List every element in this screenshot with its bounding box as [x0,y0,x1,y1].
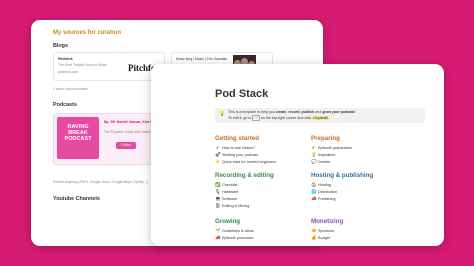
handshake-icon: 🤝 [311,228,317,233]
house-icon: 🏠 [311,182,317,187]
section-heading-getting-started: Getting started [215,135,260,142]
megaphone-icon: 📣 [215,235,221,240]
link-how-to-use-notion[interactable]: ✔ How to use Notion? [215,145,256,151]
intro-callout: 💡 This is a template to help you create,… [215,108,425,123]
embed-hint[interactable]: Embed anything (PDFs, Google Docs, Googl… [53,180,148,184]
mic-icon: 🎙 [215,189,221,194]
megaphone-icon: 📣 [311,196,317,201]
link-software[interactable]: 💻 Software [215,196,237,202]
podcast-cover-text: RAVING BREAK PODCAST [64,124,92,142]
add-bookmark-link[interactable]: + add a new bookmark [53,87,87,91]
check-icon: ✔ [215,145,220,150]
link-distribution[interactable]: 🌐 Distribution [311,189,337,195]
bookmark-title: Pitchfork [58,57,73,61]
callout-line-1: This is a template to help you create, r… [228,110,356,114]
pod-stack-page-window: Pod Stack 💡 This is a template to help y… [151,64,444,246]
link-starting-your-podcast[interactable]: 🚀 Starting your podcast [215,152,258,158]
link-sponsors[interactable]: 🤝 Sponsors [311,228,334,234]
ellipsis-icon: ··· [252,115,260,121]
curation-title: My sources for curation [53,30,122,36]
section-heading-growing: Growing [215,218,241,225]
bookmark-title: Music blog | Music | The Guardian [176,57,228,61]
callout-line-2: To edit it, go to ··· on the top-right c… [228,115,331,121]
link-editing-mixing[interactable]: 🎚 Editing & Mixing [215,203,249,209]
link-budget[interactable]: 💰 Budget [311,235,330,241]
laptop-icon: 💻 [215,196,221,201]
bookmark-pitchfork[interactable]: Pitchfork The Most Trusted Voice in Musi… [53,52,165,81]
link-hosting[interactable]: 🏠 Hosting [311,182,331,188]
section-heading-recording-editing: Recording & editing [215,172,274,179]
follow-button[interactable]: Follow [116,142,136,149]
bookmark-desc: The Most Trusted Voice in Music [58,63,107,67]
bolt-icon: ⚡ [215,159,221,164]
rocket-icon: 🚀 [215,152,221,157]
plant-icon: 🌱 [215,228,221,233]
page-title: Pod Stack [215,88,269,100]
sliders-icon: 🎚 [215,203,221,208]
link-episode-preparation[interactable]: ✔ Episode preparation [311,145,352,151]
section-heading-hosting-publishing: Hosting & publishing [311,172,374,179]
youtube-heading: Youtube Channels [53,196,100,202]
money-bag-icon: 💰 [311,235,317,240]
link-inspiration[interactable]: 💡 Inspiration [311,152,336,158]
bookmark-url: pitchfork.com [58,70,79,74]
podcasts-heading: Podcasts [53,102,77,108]
link-checklist[interactable]: ✅ Checklist [215,182,237,188]
section-heading-monetizing: Monetizing [311,218,344,225]
link-quick-start[interactable]: ⚡ Quick start for hurried beginners [215,159,276,165]
speech-icon: 💬 [311,159,317,164]
checklist-icon: ✅ [215,182,221,187]
link-hardware[interactable]: 🎙 Hardware [215,189,238,195]
link-guidelines-ideas[interactable]: 🌱 Guidelines & ideas [215,228,254,234]
blogs-heading: Blogs [53,43,68,49]
link-publishing[interactable]: 📣 Publishing [311,196,336,202]
idea-icon: 💡 [311,152,317,157]
lightbulb-icon: 💡 [219,111,226,117]
section-heading-preparing: Preparing [311,135,340,142]
globe-icon: 🌐 [311,189,317,194]
podcast-cover-art: RAVING BREAK PODCAST [57,117,99,159]
link-guests[interactable]: 💬 Guests [311,159,330,165]
link-episode-promotion[interactable]: 📣 Episode promotion [215,235,254,241]
check-icon: ✔ [311,145,316,150]
